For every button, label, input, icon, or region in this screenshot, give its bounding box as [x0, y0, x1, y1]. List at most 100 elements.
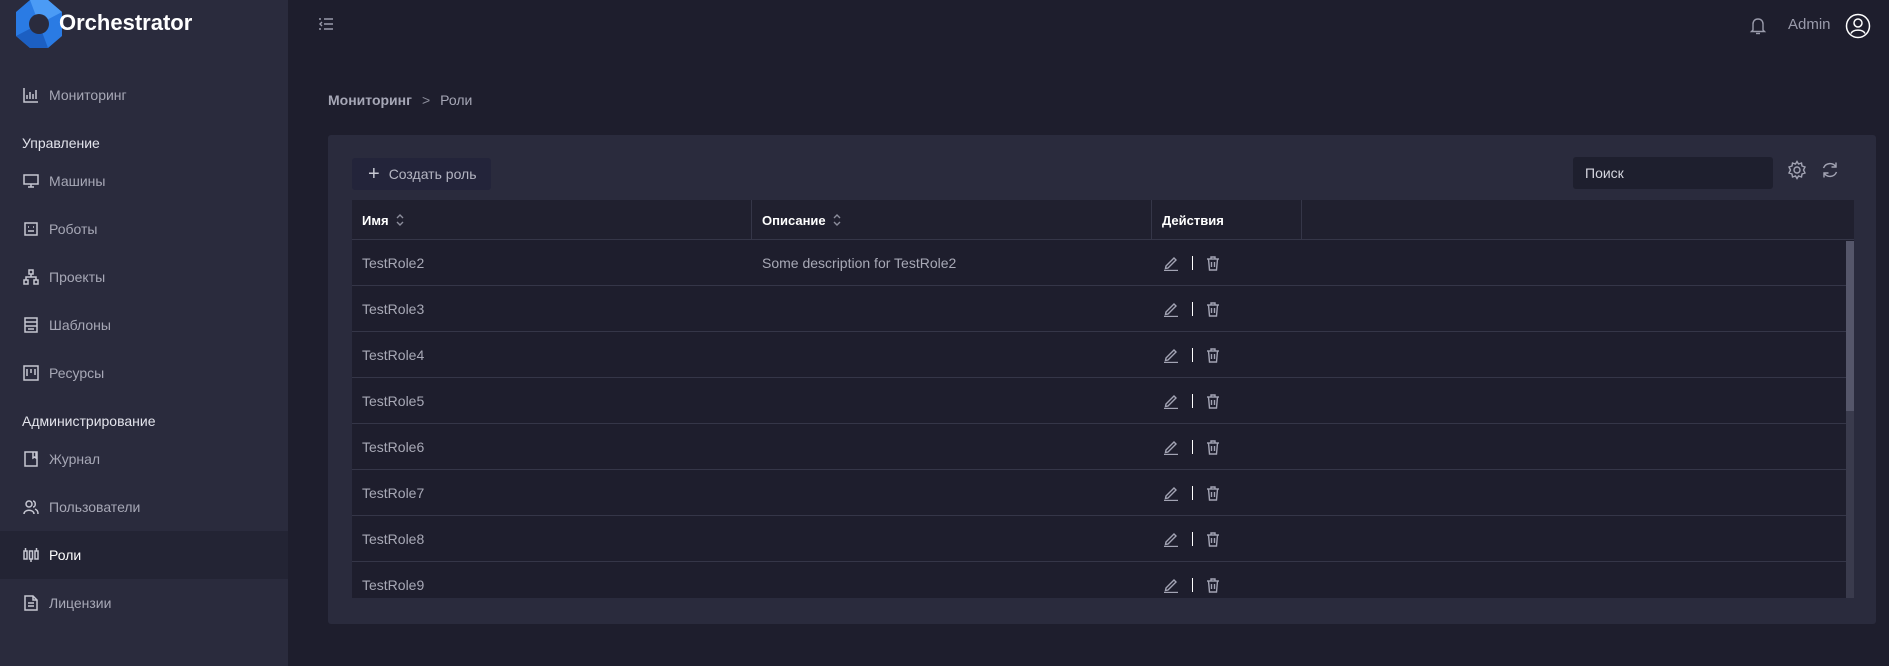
search-input[interactable] — [1585, 165, 1766, 181]
table-row[interactable]: TestRole8 — [352, 516, 1854, 562]
column-header-name[interactable]: Имя — [352, 200, 752, 240]
trash-icon[interactable] — [1204, 438, 1222, 456]
sidebar-item-users[interactable]: Пользователи — [0, 483, 288, 531]
table-row[interactable]: TestRole5 — [352, 378, 1854, 424]
table-row[interactable]: TestRole9 — [352, 562, 1854, 598]
app-title: Orchestrator — [59, 10, 193, 35]
column-header-actions: Действия — [1152, 200, 1302, 240]
logo-icon — [16, 0, 62, 48]
edit-icon[interactable] — [1162, 392, 1180, 410]
table-body: TestRole2 Some description for TestRole2… — [352, 240, 1854, 598]
edit-icon[interactable] — [1162, 438, 1180, 456]
table-row[interactable]: TestRole7 — [352, 470, 1854, 516]
role-actions-cell — [1152, 300, 1302, 318]
license-icon — [22, 594, 40, 612]
app-logo[interactable] — [14, 0, 64, 48]
action-separator — [1192, 577, 1193, 592]
sidebar-item-machines[interactable]: Машины — [0, 157, 288, 205]
refresh-button[interactable] — [1820, 160, 1842, 182]
create-role-button[interactable]: + Создать роль — [352, 158, 491, 190]
sidebar-item-licenses[interactable]: Лицензии — [0, 579, 288, 627]
sidebar-section-manage: Управление — [22, 135, 100, 151]
menu-fold-icon — [319, 18, 333, 30]
sidebar-item-projects[interactable]: Проекты — [0, 253, 288, 301]
sidebar-item-label: Машины — [49, 173, 106, 189]
hierarchy-icon — [22, 268, 40, 286]
column-header-label: Имя — [362, 212, 389, 228]
roles-icon — [22, 546, 40, 564]
journal-icon — [22, 450, 40, 468]
notifications-button[interactable] — [1749, 16, 1767, 36]
edit-icon[interactable] — [1162, 530, 1180, 548]
trash-icon[interactable] — [1204, 576, 1222, 594]
search-box — [1573, 157, 1773, 189]
sidebar-item-monitoring[interactable]: Мониторинг — [0, 71, 288, 119]
sort-icon[interactable] — [832, 213, 842, 227]
table-row[interactable]: TestRole3 — [352, 286, 1854, 332]
sidebar: Orchestrator Мониторинг Управление Машин… — [0, 0, 288, 666]
sort-icon[interactable] — [395, 213, 405, 227]
sidebar-item-label: Шаблоны — [49, 317, 111, 333]
role-name-cell: TestRole5 — [362, 392, 425, 409]
action-separator — [1192, 393, 1193, 408]
user-avatar[interactable] — [1845, 13, 1871, 39]
role-name-cell: TestRole4 — [362, 346, 425, 363]
edit-icon[interactable] — [1162, 576, 1180, 594]
table-row[interactable]: TestRole2 Some description for TestRole2 — [352, 240, 1854, 286]
role-actions-cell — [1152, 392, 1302, 410]
edit-icon[interactable] — [1162, 346, 1180, 364]
edit-icon[interactable] — [1162, 300, 1180, 318]
edit-icon[interactable] — [1162, 484, 1180, 502]
user-icon — [1845, 13, 1871, 39]
role-actions-cell — [1152, 438, 1302, 456]
trash-icon[interactable] — [1204, 346, 1222, 364]
sidebar-item-label: Лицензии — [49, 595, 112, 611]
gear-icon — [1788, 160, 1806, 180]
robot-icon — [22, 220, 40, 238]
action-separator — [1192, 347, 1193, 362]
role-name-cell: TestRole2 — [362, 254, 425, 271]
breadcrumb: Мониторинг > Роли — [328, 92, 472, 108]
bell-icon — [1749, 18, 1767, 35]
sidebar-item-resources[interactable]: Ресурсы — [0, 349, 288, 397]
sidebar-item-label: Журнал — [49, 451, 101, 467]
sidebar-item-journal[interactable]: Журнал — [0, 435, 288, 483]
template-icon — [22, 316, 40, 334]
role-name-cell: TestRole7 — [362, 484, 425, 501]
sidebar-item-robots[interactable]: Роботы — [0, 205, 288, 253]
trash-icon[interactable] — [1204, 484, 1222, 502]
role-actions-cell — [1152, 346, 1302, 364]
role-actions-cell — [1152, 576, 1302, 594]
role-actions-cell — [1152, 530, 1302, 548]
action-separator — [1192, 301, 1193, 316]
role-description-cell: Some description for TestRole2 — [762, 254, 957, 271]
role-name-cell: TestRole6 — [362, 438, 425, 455]
column-header-label: Действия — [1162, 212, 1224, 228]
table-header: Имя Описание Действия — [352, 200, 1854, 240]
sidebar-item-templates[interactable]: Шаблоны — [0, 301, 288, 349]
trash-icon[interactable] — [1204, 392, 1222, 410]
user-name[interactable]: Admin — [1788, 16, 1831, 33]
table-row[interactable]: TestRole6 — [352, 424, 1854, 470]
scrollbar-thumb[interactable] — [1846, 241, 1854, 411]
sidebar-item-label: Роботы — [49, 221, 98, 237]
sidebar-item-label: Проекты — [49, 269, 106, 285]
sidebar-item-roles[interactable]: Роли — [0, 531, 288, 579]
users-icon — [22, 498, 40, 516]
menu-toggle-button[interactable] — [318, 16, 334, 32]
breadcrumb-current: Роли — [440, 92, 473, 108]
settings-button[interactable] — [1787, 160, 1809, 182]
role-name-cell: TestRole9 — [362, 576, 425, 593]
trash-icon[interactable] — [1204, 254, 1222, 272]
sidebar-item-label: Роли — [49, 547, 82, 563]
breadcrumb-monitoring[interactable]: Мониторинг — [328, 92, 412, 108]
edit-icon[interactable] — [1162, 254, 1180, 272]
trash-icon[interactable] — [1204, 300, 1222, 318]
sidebar-item-label: Мониторинг — [49, 87, 127, 103]
role-actions-cell — [1152, 484, 1302, 502]
create-role-label: Создать роль — [388, 166, 477, 182]
table-row[interactable]: TestRole4 — [352, 332, 1854, 378]
column-header-description[interactable]: Описание — [752, 200, 1152, 240]
action-separator — [1192, 255, 1193, 270]
trash-icon[interactable] — [1204, 530, 1222, 548]
